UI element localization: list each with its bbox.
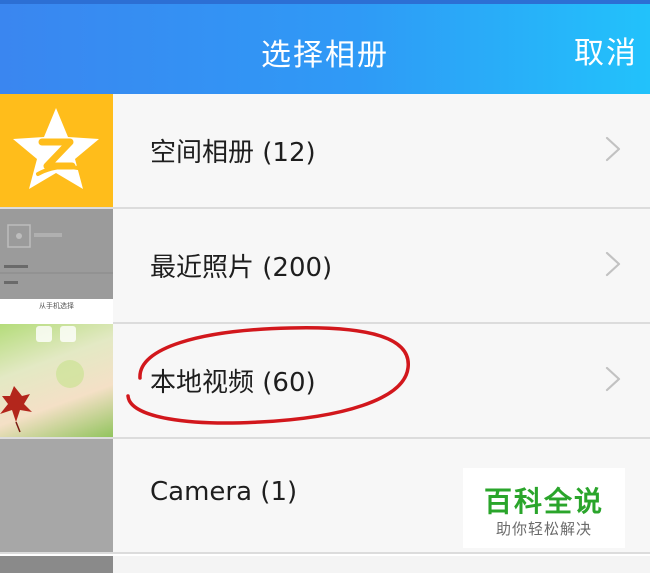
qq-zone-star-icon xyxy=(13,108,99,189)
thumbnail-caption: 从手机选择 xyxy=(39,302,74,310)
maple-leaf-thumbnail xyxy=(0,326,84,433)
page-title: 选择相册 xyxy=(261,38,389,73)
chevron-right-icon xyxy=(605,366,621,392)
header-bar: 选择相册 取消 xyxy=(0,4,650,94)
watermark-title: 百科全说 xyxy=(483,485,604,518)
album-row-qzone[interactable]: 空间相册 (12) xyxy=(0,94,650,209)
watermark-subtitle: 助你轻松解决 xyxy=(495,520,592,538)
album-thumbnail xyxy=(0,94,113,209)
camera-thumbnail xyxy=(0,439,113,554)
next-row-thumbnail xyxy=(0,556,113,573)
album-label: Camera (1) xyxy=(150,477,298,507)
album-label: 空间相册 (12) xyxy=(150,138,316,168)
album-thumbnail xyxy=(0,324,113,439)
annotation-circle xyxy=(126,326,410,425)
row-divider xyxy=(0,552,650,554)
watermark-logo: 百科全说 助你轻松解决 xyxy=(463,468,625,548)
chevron-right-icon xyxy=(605,251,621,277)
cancel-button[interactable]: 取消 xyxy=(574,28,638,72)
chevron-right-icon xyxy=(605,136,621,162)
album-label: 最近照片 (200) xyxy=(150,253,333,283)
album-row-recent[interactable]: 从手机选择 最近照片 (200) xyxy=(0,209,650,324)
album-thumbnail: 从手机选择 xyxy=(0,209,113,324)
